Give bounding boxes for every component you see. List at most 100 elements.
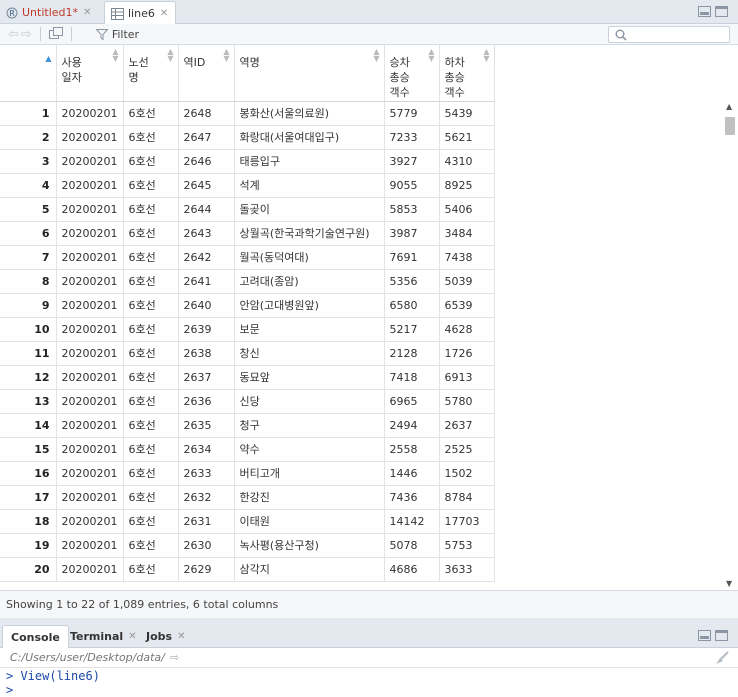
minimize-pane-icon[interactable] [698,6,711,17]
clear-console-icon[interactable] [714,651,730,668]
tab-line6[interactable]: line6 ✕ [104,1,176,25]
table-row[interactable]: 19 20200201 6호선 2630 녹사평(용산구청) 5078 5753 [0,533,495,558]
row-index-cell: 8 [0,269,57,294]
table-row[interactable]: 11 20200201 6호선 2638 창신 2128 1726 [0,341,495,366]
table-row[interactable]: 8 20200201 6호선 2641 고려대(종암) 5356 5039 [0,269,495,294]
table-row[interactable]: 20 20200201 6호선 2629 삼각지 4686 3633 [0,557,495,582]
table-row[interactable]: 14 20200201 6호선 2635 청구 2494 2637 [0,413,495,438]
table-cell-board: 1446 [384,461,440,486]
table-row[interactable]: 12 20200201 6호선 2637 동묘앞 7418 6913 [0,365,495,390]
table-row[interactable]: 10 20200201 6호선 2639 보문 5217 4628 [0,317,495,342]
table-cell-alight: 1726 [439,341,495,366]
table-cell-alight: 5439 [439,101,495,126]
toolbar-divider [39,27,41,41]
filter-icon [95,28,108,40]
column-header-board[interactable]: 승차 총승 객수 ▲ ▼ [384,45,440,102]
table-cell-date: 20200201 [56,293,124,318]
column-header-alight[interactable]: 하차 총승 객수 ▲ ▼ [439,45,495,102]
table-row[interactable]: 7 20200201 6호선 2642 월곡(동덕여대) 7691 7438 [0,245,495,270]
table-cell-station-id: 2635 [178,413,235,438]
scrollbar-thumb[interactable] [725,117,735,135]
svg-text:R: R [9,9,15,18]
table-cell-station-name: 보문 [234,317,385,342]
status-bar: Showing 1 to 22 of 1,089 entries, 6 tota… [0,590,738,618]
table-row[interactable]: 5 20200201 6호선 2644 돌곶이 5853 5406 [0,197,495,222]
table-cell-station-name: 안암(고대병원앞) [234,293,385,318]
tab-console[interactable]: Console [2,625,69,649]
column-header-station-id[interactable]: 역ID ▲ ▼ [178,45,235,102]
table-cell-date: 20200201 [56,389,124,414]
table-cell-line: 6호선 [123,485,179,510]
table-cell-date: 20200201 [56,101,124,126]
back-arrow-icon[interactable]: ⇦ [8,27,19,42]
pane-window-controls [698,6,728,17]
table-cell-station-name: 이태원 [234,509,385,534]
table-cell-line: 6호선 [123,221,179,246]
maximize-pane-icon[interactable] [715,6,728,17]
popout-window-icon[interactable] [48,26,63,42]
table-cell-station-id: 2629 [178,557,235,582]
table-row[interactable]: 13 20200201 6호선 2636 신당 6965 5780 [0,389,495,414]
row-index-cell: 4 [0,173,57,198]
sort-ascending-icon: ▲ [45,54,52,63]
column-header-index[interactable]: ▲ [0,45,57,102]
table-cell-date: 20200201 [56,317,124,342]
table-row[interactable]: 9 20200201 6호선 2640 안암(고대병원앞) 6580 6539 [0,293,495,318]
table-row[interactable]: 15 20200201 6호선 2634 약수 2558 2525 [0,437,495,462]
table-row[interactable]: 16 20200201 6호선 2633 버티고개 1446 1502 [0,461,495,486]
column-header-line[interactable]: 노선 명 ▲ ▼ [123,45,179,102]
viewer-toolbar: ⇦ ⇨ Filter [0,24,738,45]
table-cell-station-name: 녹사평(용산구청) [234,533,385,558]
scroll-down-arrow-icon[interactable]: ▼ [726,579,732,588]
row-index-cell: 14 [0,413,57,438]
table-row[interactable]: 6 20200201 6호선 2643 상월곡(한국과학기술연구원) 3987 3484 [0,221,495,246]
console-tab-bar: Console Terminal ✕ Jobs ✕ [0,624,738,649]
search-input[interactable] [608,26,730,43]
table-cell-board: 9055 [384,173,440,198]
tab-terminal[interactable]: Terminal ✕ [62,625,145,648]
table-row[interactable]: 4 20200201 6호선 2645 석계 9055 8925 [0,173,495,198]
table-row[interactable]: 2 20200201 6호선 2647 화랑대(서울여대입구) 7233 5621 [0,125,495,150]
table-cell-line: 6호선 [123,557,179,582]
go-to-directory-icon[interactable]: ⇨ [170,651,179,664]
table-row[interactable]: 17 20200201 6호선 2632 한강진 7436 8784 [0,485,495,510]
close-icon[interactable]: ✕ [177,631,185,642]
maximize-pane-icon[interactable] [715,630,728,641]
table-cell-line: 6호선 [123,269,179,294]
column-header-date[interactable]: 사용 일자 ▲ ▼ [56,45,124,102]
table-cell-station-id: 2647 [178,125,235,150]
table-cell-alight: 4310 [439,149,495,174]
vertical-scrollbar[interactable]: ▲ ▼ [722,100,738,590]
table-row[interactable]: 18 20200201 6호선 2631 이태원 14142 17703 [0,509,495,534]
table-cell-station-id: 2645 [178,173,235,198]
table-cell-station-id: 2632 [178,485,235,510]
row-index-cell: 11 [0,341,57,366]
table-cell-station-name: 한강진 [234,485,385,510]
console-output[interactable]: > View(line6) > [0,668,738,697]
close-icon[interactable]: ✕ [83,7,91,18]
table-cell-board: 2494 [384,413,440,438]
minimize-pane-icon[interactable] [698,630,711,641]
filter-button[interactable]: Filter [95,28,139,41]
table-cell-station-name: 화랑대(서울여대입구) [234,125,385,150]
table-cell-date: 20200201 [56,365,124,390]
row-index-cell: 7 [0,245,57,270]
close-icon[interactable]: ✕ [128,631,136,642]
table-body: 1 20200201 6호선 2648 봉화산(서울의료원) 5779 5439 2 20200… [0,101,495,582]
table-row[interactable]: 1 20200201 6호선 2648 봉화산(서울의료원) 5779 5439 [0,101,495,126]
table-cell-alight: 3633 [439,557,495,582]
forward-arrow-icon[interactable]: ⇨ [21,27,32,42]
scroll-up-arrow-icon[interactable]: ▲ [726,102,732,111]
toolbar-divider [70,27,72,41]
console-working-directory: C:/Users/user/Desktop/data/ ⇨ [0,648,738,668]
column-header-label: 노선 명 [128,56,149,84]
table-row[interactable]: 3 20200201 6호선 2646 태릉입구 3927 4310 [0,149,495,174]
column-header-station-name[interactable]: 역명 ▲ ▼ [234,45,385,102]
tab-jobs[interactable]: Jobs ✕ [138,625,193,648]
tab-untitled1[interactable]: R Untitled1* ✕ [0,1,100,24]
close-icon[interactable]: ✕ [160,8,168,19]
table-cell-line: 6호선 [123,509,179,534]
table-cell-board: 6580 [384,293,440,318]
table-cell-station-id: 2633 [178,461,235,486]
table-cell-line: 6호선 [123,317,179,342]
